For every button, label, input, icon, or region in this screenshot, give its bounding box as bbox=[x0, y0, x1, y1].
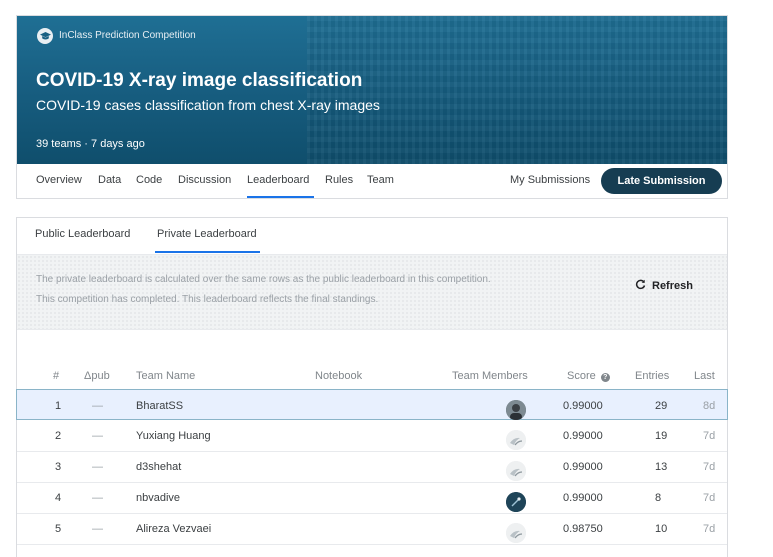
tab-rules[interactable]: Rules bbox=[325, 174, 353, 186]
team-name-link[interactable]: BharatSS bbox=[136, 400, 183, 412]
team-member-avatar[interactable] bbox=[506, 430, 526, 450]
competition-title: COVID-19 X-ray image classification bbox=[36, 70, 363, 91]
rank-cell: 2 bbox=[55, 430, 62, 442]
competition-meta: 39 teams · 7 days ago bbox=[36, 138, 145, 150]
score-cell: 0.98750 bbox=[563, 523, 603, 535]
competition-subtitle: COVID-19 cases classification from chest… bbox=[36, 97, 380, 113]
col-rank[interactable]: # bbox=[53, 370, 59, 382]
score-cell: 0.99000 bbox=[563, 461, 603, 473]
info-text-line1: The private leaderboard is calculated ov… bbox=[36, 274, 491, 285]
col-delta-public[interactable]: Δpub bbox=[84, 370, 110, 382]
score-cell: 0.99000 bbox=[563, 492, 603, 504]
tab-discussion[interactable]: Discussion bbox=[178, 174, 231, 186]
graduation-cap-icon bbox=[37, 28, 53, 44]
entries-cell: 10 bbox=[655, 523, 668, 535]
table-row[interactable]: 3 — d3shehat 0.99000 13 7d bbox=[17, 451, 727, 483]
tab-data[interactable]: Data bbox=[98, 174, 121, 186]
last-submission-cell: 7d bbox=[703, 461, 716, 473]
score-cell: 0.99000 bbox=[563, 400, 603, 412]
tab-leaderboard[interactable]: Leaderboard bbox=[247, 174, 309, 186]
tab-overview[interactable]: Overview bbox=[36, 174, 82, 186]
delta-cell: — bbox=[92, 492, 103, 504]
leaderboard-header-row: # Δpub Team Name Notebook Team Members S… bbox=[17, 366, 727, 386]
active-leaderboard-tab-indicator bbox=[155, 251, 260, 253]
entries-cell: 13 bbox=[655, 461, 668, 473]
leaderboard-panel: Public Leaderboard Private Leaderboard T… bbox=[16, 217, 728, 557]
col-score[interactable]: Score ? bbox=[567, 370, 610, 382]
col-team-members[interactable]: Team Members bbox=[452, 370, 528, 382]
delta-cell: — bbox=[92, 430, 103, 442]
rank-cell: 5 bbox=[55, 523, 62, 535]
help-circle-icon[interactable]: ? bbox=[600, 373, 610, 382]
competition-type-label: InClass Prediction Competition bbox=[59, 30, 196, 41]
tab-team[interactable]: Team bbox=[367, 174, 394, 186]
team-member-avatar[interactable] bbox=[506, 461, 526, 481]
entries-cell: 29 bbox=[655, 400, 668, 412]
competition-nav: Overview Data Code Discussion Leaderboar… bbox=[17, 164, 727, 198]
rank-cell: 3 bbox=[55, 461, 62, 473]
score-cell: 0.99000 bbox=[563, 430, 603, 442]
competition-banner: InClass Prediction Competition COVID-19 … bbox=[17, 16, 727, 164]
team-member-avatar[interactable] bbox=[506, 492, 526, 512]
refresh-label: Refresh bbox=[652, 280, 693, 292]
team-member-avatar[interactable] bbox=[506, 523, 526, 543]
leaderboard-info-box: The private leaderboard is calculated ov… bbox=[17, 254, 727, 330]
late-submission-button[interactable]: Late Submission bbox=[601, 168, 722, 194]
my-submissions-link[interactable]: My Submissions bbox=[510, 174, 590, 186]
tab-code[interactable]: Code bbox=[136, 174, 162, 186]
last-submission-cell: 8d bbox=[703, 400, 716, 412]
active-tab-indicator bbox=[247, 196, 314, 198]
table-row[interactable]: 2 — Yuxiang Huang 0.99000 19 7d bbox=[17, 420, 727, 452]
table-row[interactable]: 1 — BharatSS 0.99000 29 8d bbox=[16, 389, 728, 420]
team-name-link[interactable]: Alireza Vezvaei bbox=[136, 523, 211, 535]
col-entries[interactable]: Entries bbox=[635, 370, 669, 382]
delta-cell: — bbox=[92, 523, 103, 535]
leaderboard-tabs: Public Leaderboard Private Leaderboard bbox=[17, 218, 727, 254]
refresh-button[interactable]: Refresh bbox=[635, 279, 693, 293]
table-row[interactable]: 4 — nbvadive 0.99000 8 7d bbox=[17, 482, 727, 514]
banner-texture bbox=[307, 16, 727, 164]
tab-private-leaderboard[interactable]: Private Leaderboard bbox=[157, 228, 257, 240]
last-submission-cell: 7d bbox=[703, 430, 716, 442]
team-name-link[interactable]: nbvadive bbox=[136, 492, 180, 504]
rank-cell: 1 bbox=[55, 400, 62, 412]
last-submission-cell: 7d bbox=[703, 492, 716, 504]
col-notebook[interactable]: Notebook bbox=[315, 370, 362, 382]
competition-header: InClass Prediction Competition COVID-19 … bbox=[16, 15, 728, 199]
team-name-link[interactable]: Yuxiang Huang bbox=[136, 430, 211, 442]
col-last[interactable]: Last bbox=[694, 370, 715, 382]
col-team-name[interactable]: Team Name bbox=[136, 370, 195, 382]
table-row[interactable]: 5 — Alireza Vezvaei 0.98750 10 7d bbox=[17, 513, 727, 545]
entries-cell: 19 bbox=[655, 430, 668, 442]
refresh-icon bbox=[635, 279, 646, 293]
rank-cell: 4 bbox=[55, 492, 62, 504]
team-member-avatar[interactable] bbox=[506, 400, 526, 420]
delta-cell: — bbox=[92, 461, 103, 473]
delta-cell: — bbox=[92, 400, 103, 412]
team-name-link[interactable]: d3shehat bbox=[136, 461, 181, 473]
last-submission-cell: 7d bbox=[703, 523, 716, 535]
entries-cell: 8 bbox=[655, 492, 662, 504]
tab-public-leaderboard[interactable]: Public Leaderboard bbox=[35, 228, 130, 240]
info-text-line2: This competition has completed. This lea… bbox=[36, 294, 379, 305]
